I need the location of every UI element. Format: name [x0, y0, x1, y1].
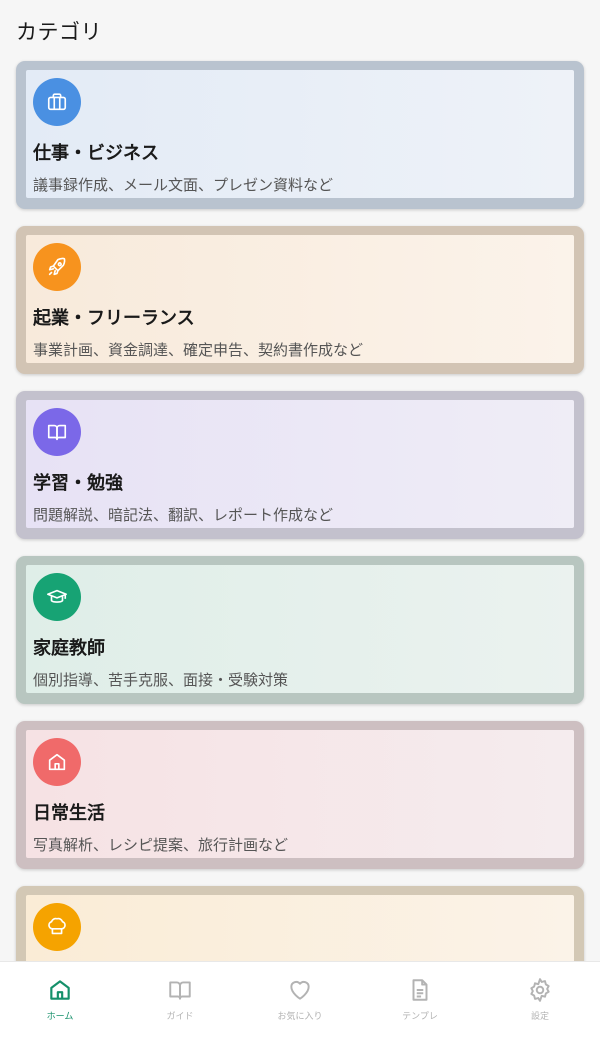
- card-description: 議事録作成、メール文面、プレゼン資料など: [33, 176, 334, 194]
- chef-hat-icon: [33, 903, 81, 951]
- gear-icon: [530, 978, 550, 1002]
- card-body: 家庭教師 個別指導、苦手克服、面接・受験対策: [26, 565, 574, 693]
- document-icon: [412, 979, 428, 1001]
- tab-guide[interactable]: ガイド: [120, 962, 240, 1041]
- card-title: 起業・フリーランス: [33, 308, 195, 329]
- card-title: 家庭教師: [33, 638, 105, 659]
- heart-icon: [290, 980, 310, 1000]
- graduation-cap-icon: [33, 573, 81, 621]
- home-icon: [50, 980, 70, 1000]
- book-open-icon: [169, 981, 191, 1000]
- card-body: 日常生活 写真解析、レシピ提案、旅行計画など: [26, 730, 574, 858]
- category-card-study[interactable]: 学習・勉強 問題解説、暗記法、翻訳、レポート作成など: [16, 391, 584, 539]
- page-title: カテゴリ: [16, 20, 102, 44]
- card-title: 学習・勉強: [33, 473, 123, 494]
- tab-settings[interactable]: 設定: [480, 962, 600, 1041]
- tab-label: お気に入り: [277, 1012, 323, 1022]
- card-description: 写真解析、レシピ提案、旅行計画など: [33, 836, 289, 854]
- tab-favorites[interactable]: お気に入り: [240, 962, 360, 1041]
- rocket-icon: [33, 243, 81, 291]
- book-open-icon: [33, 408, 81, 456]
- category-card-startup[interactable]: 起業・フリーランス 事業計画、資金調達、確定申告、契約書作成など: [16, 226, 584, 374]
- card-body: 仕事・ビジネス 議事録作成、メール文面、プレゼン資料など: [26, 70, 574, 198]
- card-description: 問題解説、暗記法、翻訳、レポート作成など: [33, 506, 334, 524]
- card-description: 個別指導、苦手克服、面接・受験対策: [33, 671, 289, 689]
- tab-label: ガイド: [166, 1012, 194, 1022]
- card-description: 事業計画、資金調達、確定申告、契約書作成など: [33, 341, 364, 359]
- home-icon: [33, 738, 81, 786]
- card-body: 起業・フリーランス 事業計画、資金調達、確定申告、契約書作成など: [26, 235, 574, 363]
- category-card-tutor[interactable]: 家庭教師 個別指導、苦手克服、面接・受験対策: [16, 556, 584, 704]
- tab-home[interactable]: ホーム: [0, 962, 120, 1041]
- category-card-daily-life[interactable]: 日常生活 写真解析、レシピ提案、旅行計画など: [16, 721, 584, 869]
- card-title: 日常生活: [33, 803, 105, 824]
- category-card-business[interactable]: 仕事・ビジネス 議事録作成、メール文面、プレゼン資料など: [16, 61, 584, 209]
- category-list: 仕事・ビジネス 議事録作成、メール文面、プレゼン資料など 起業・フリーランス 事…: [16, 61, 584, 1041]
- tab-label: テンプレ: [402, 1012, 438, 1022]
- card-title: 仕事・ビジネス: [33, 143, 159, 164]
- tab-label: 設定: [530, 1012, 549, 1022]
- briefcase-icon: [33, 78, 81, 126]
- tab-label: ホーム: [46, 1012, 74, 1022]
- tab-templates[interactable]: テンプレ: [360, 962, 480, 1041]
- tab-bar: ホーム ガイド お気に入り テンプレ 設定: [0, 961, 600, 1041]
- card-body: 学習・勉強 問題解説、暗記法、翻訳、レポート作成など: [26, 400, 574, 528]
